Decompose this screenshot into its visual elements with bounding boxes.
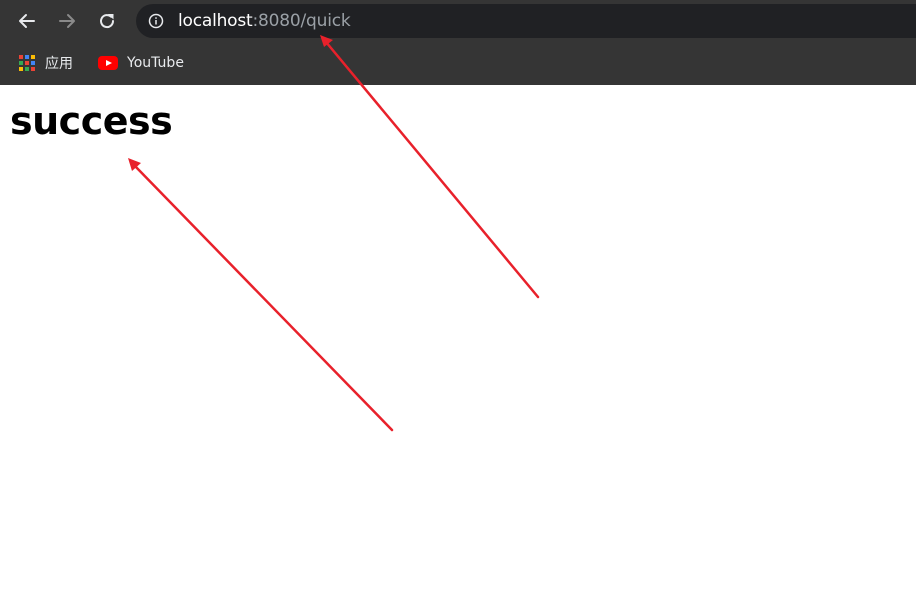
reload-icon (100, 14, 115, 29)
page-content: success (0, 85, 916, 590)
url-host: localhost (178, 11, 253, 31)
bookmark-label: 应用 (45, 56, 73, 72)
browser-toolbar: localhost:8080/quick (0, 0, 916, 42)
bookmark-youtube[interactable]: YouTube (98, 52, 184, 74)
url-text[interactable]: localhost:8080/quick (178, 10, 351, 32)
page-heading: success (10, 99, 173, 143)
youtube-icon (98, 56, 118, 70)
arrow-left-icon (19, 14, 35, 28)
back-button[interactable] (13, 7, 41, 35)
forward-button[interactable] (53, 7, 81, 35)
arrow-right-icon (59, 14, 75, 28)
bookmark-label: YouTube (127, 55, 184, 71)
bookmarks-bar: 应用 YouTube (0, 42, 916, 85)
apps-grid-icon (19, 54, 36, 72)
info-icon[interactable] (148, 13, 164, 29)
reload-button[interactable] (93, 7, 121, 35)
bookmark-apps[interactable]: 应用 (19, 52, 73, 74)
address-bar[interactable]: localhost:8080/quick (136, 4, 916, 38)
url-path: :8080/quick (252, 11, 351, 31)
